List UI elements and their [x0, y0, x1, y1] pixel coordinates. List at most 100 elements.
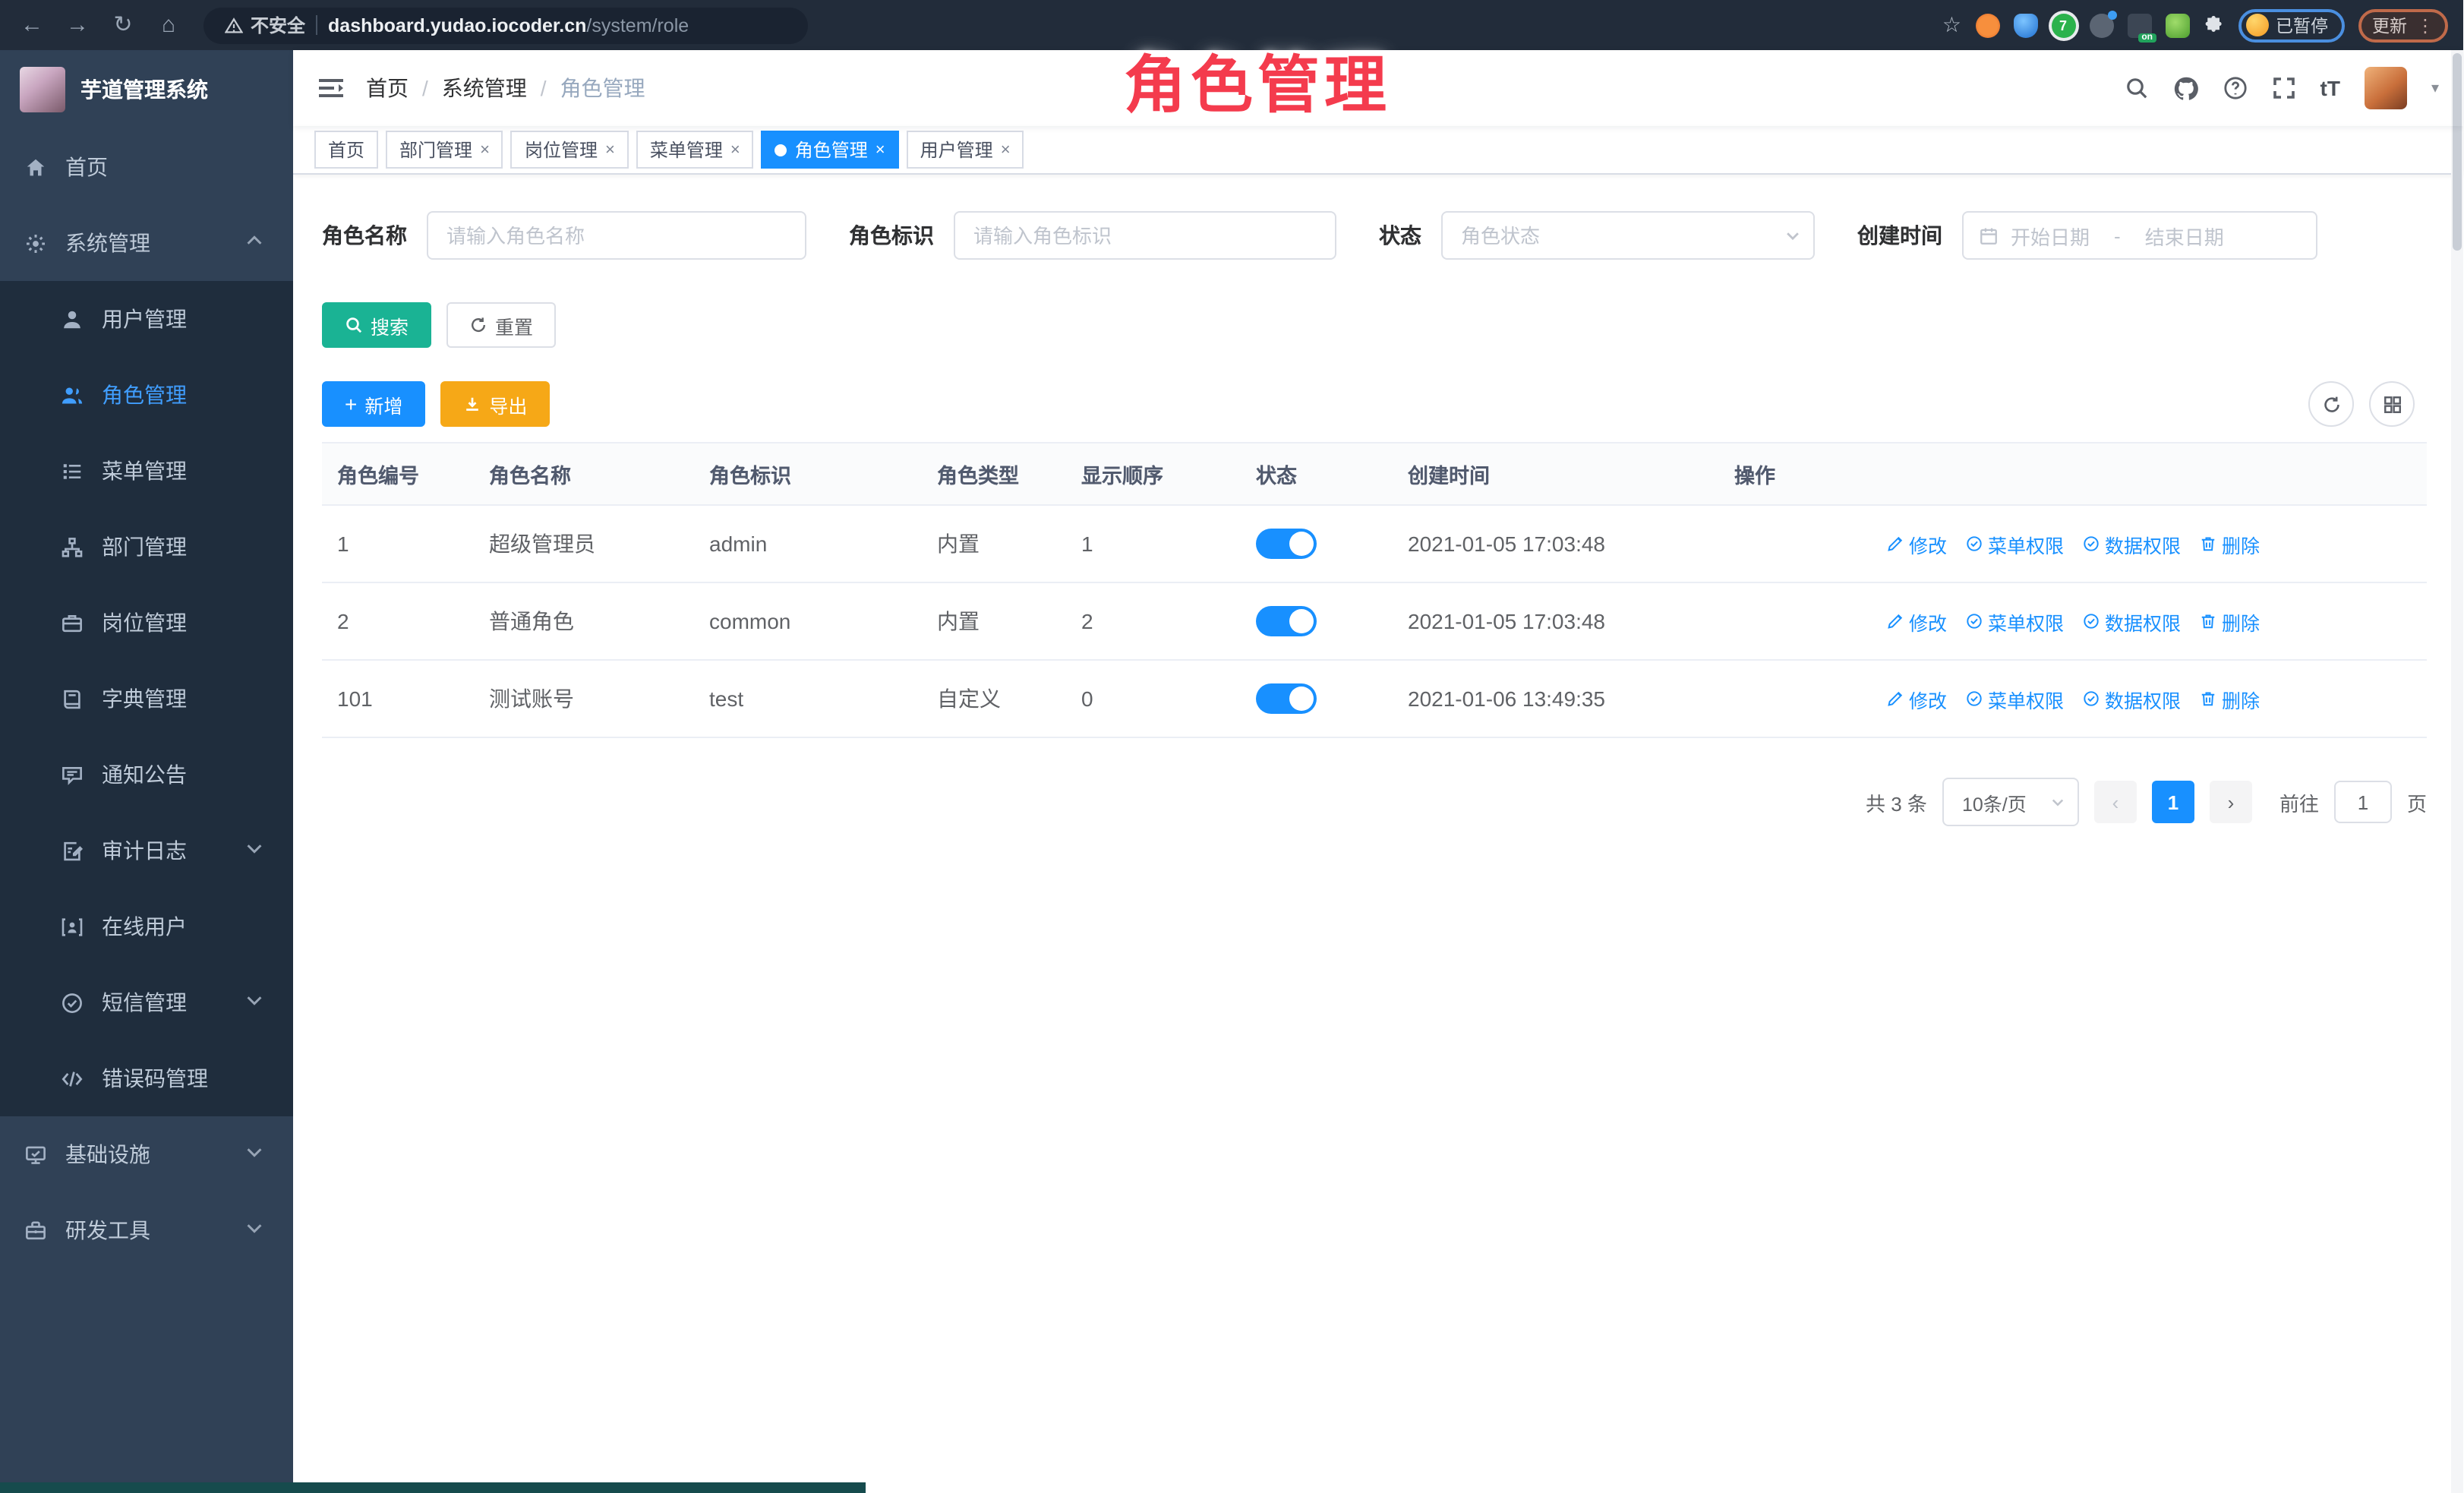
user-avatar[interactable]: [2365, 67, 2407, 109]
sidebar-item-0[interactable]: 首页: [0, 129, 293, 205]
role-name-input[interactable]: [427, 211, 806, 260]
tab-0[interactable]: 首页: [314, 131, 378, 169]
bookmark-star-icon[interactable]: ☆: [1942, 12, 1961, 38]
page-scrollbar[interactable]: [2451, 50, 2463, 1493]
browser-forward-icon[interactable]: →: [61, 0, 94, 50]
role-key-label: 角色标识: [849, 220, 934, 251]
chevron-down-icon: [243, 1217, 266, 1244]
date-start-placeholder[interactable]: 开始日期: [2011, 221, 2090, 250]
extension-icon[interactable]: 7: [2051, 13, 2075, 37]
breadcrumb-separator: /: [541, 76, 547, 100]
browser-reload-icon[interactable]: ↻: [106, 0, 140, 50]
browser-menu-icon[interactable]: ⋮: [2416, 14, 2434, 36]
sidebar-item-10[interactable]: 在线用户: [0, 889, 293, 964]
action-data-permission-link[interactable]: 数据权限: [2082, 607, 2181, 636]
browser-back-icon[interactable]: ←: [15, 0, 49, 50]
browser-home-icon[interactable]: ⌂: [152, 0, 185, 50]
sidebar-item-8[interactable]: 通知公告: [0, 737, 293, 813]
add-button[interactable]: + 新增: [322, 381, 425, 427]
close-icon[interactable]: ×: [1001, 140, 1011, 159]
extension-icon[interactable]: on: [2127, 13, 2151, 37]
prev-page-button[interactable]: ‹: [2094, 781, 2137, 823]
action-edit-link[interactable]: 修改: [1886, 684, 1947, 713]
close-icon[interactable]: ×: [730, 140, 740, 159]
sidebar-item-1[interactable]: 系统管理: [0, 205, 293, 281]
export-button[interactable]: 导出: [440, 381, 550, 427]
sidebar-item-label: 在线用户: [102, 911, 187, 942]
date-range-picker[interactable]: 开始日期 - 结束日期: [1962, 211, 2317, 260]
action-data-permission-link[interactable]: 数据权限: [2082, 684, 2181, 713]
filter-form: 角色名称 角色标识 状态 创建时间 开始日期 -: [322, 211, 2427, 260]
breadcrumb-item-1[interactable]: 系统管理: [442, 73, 527, 103]
next-page-button[interactable]: ›: [2210, 781, 2252, 823]
close-icon[interactable]: ×: [480, 140, 490, 159]
sidebar-logo[interactable]: 芋道管理系统: [0, 50, 293, 129]
update-button[interactable]: 更新 ⋮: [2358, 8, 2448, 42]
column-settings-icon[interactable]: [2369, 381, 2415, 427]
edit-icon: [1886, 612, 1904, 630]
sidebar-collapse-icon[interactable]: [317, 76, 345, 100]
cell-status: [1241, 582, 1393, 660]
extension-icon[interactable]: [2089, 13, 2113, 37]
user-menu-caret-icon[interactable]: ▾: [2431, 80, 2439, 96]
reset-button[interactable]: 重置: [446, 302, 556, 348]
search-button[interactable]: 搜索: [322, 302, 431, 348]
sidebar-item-label: 用户管理: [102, 304, 187, 334]
status-select[interactable]: [1441, 211, 1815, 260]
sidebar-item-9[interactable]: 审计日志: [0, 813, 293, 889]
sidebar-item-14[interactable]: 研发工具: [0, 1192, 293, 1268]
action-delete-link[interactable]: 删除: [2199, 607, 2260, 636]
refresh-icon[interactable]: [2308, 381, 2354, 427]
action-menu-permission-link[interactable]: 菜单权限: [1965, 529, 2064, 558]
close-icon[interactable]: ×: [875, 140, 885, 159]
fullscreen-icon[interactable]: [2272, 76, 2296, 100]
font-size-icon[interactable]: tT: [2320, 76, 2340, 100]
status-toggle[interactable]: [1256, 529, 1317, 559]
action-edit-link[interactable]: 修改: [1886, 607, 1947, 636]
extensions-puzzle-icon[interactable]: [2203, 14, 2224, 36]
sidebar-item-7[interactable]: 字典管理: [0, 661, 293, 737]
github-icon[interactable]: [2173, 75, 2199, 101]
tab-4[interactable]: 角色管理×: [762, 131, 899, 169]
page-size-select[interactable]: [1942, 778, 2079, 826]
role-key-input[interactable]: [954, 211, 1336, 260]
sidebar-item-3[interactable]: 角色管理: [0, 357, 293, 433]
action-delete-link[interactable]: 删除: [2199, 684, 2260, 713]
goto-page-input[interactable]: [2334, 781, 2392, 823]
edit-icon: [1886, 690, 1904, 708]
action-delete-link[interactable]: 删除: [2199, 529, 2260, 558]
date-end-placeholder[interactable]: 结束日期: [2145, 221, 2224, 250]
extension-icon[interactable]: [2165, 13, 2189, 37]
page-number-button[interactable]: 1: [2152, 781, 2194, 823]
tab-1[interactable]: 部门管理×: [386, 131, 503, 169]
home-icon: [24, 156, 47, 178]
sidebar-item-5[interactable]: 部门管理: [0, 509, 293, 585]
close-icon[interactable]: ×: [605, 140, 615, 159]
action-data-permission-link[interactable]: 数据权限: [2082, 529, 2181, 558]
help-icon[interactable]: [2223, 76, 2248, 100]
tab-3[interactable]: 菜单管理×: [636, 131, 754, 169]
sidebar-item-6[interactable]: 岗位管理: [0, 585, 293, 661]
sidebar-item-13[interactable]: 基础设施: [0, 1116, 293, 1192]
extension-icon[interactable]: [2013, 13, 2037, 37]
tab-5[interactable]: 用户管理×: [907, 131, 1024, 169]
address-bar[interactable]: 不安全 dashboard.yudao.iocoder.cn/system/ro…: [203, 7, 808, 43]
extension-icon[interactable]: [1975, 13, 1999, 37]
app-title: 芋道管理系统: [80, 74, 208, 105]
tab-2[interactable]: 岗位管理×: [511, 131, 629, 169]
profile-paused-chip[interactable]: 已暂停: [2238, 8, 2345, 42]
sidebar-item-2[interactable]: 用户管理: [0, 281, 293, 357]
search-icon[interactable]: [2125, 76, 2149, 100]
cell-actions: 修改菜单权限数据权限删除: [1719, 582, 2427, 660]
sidebar-item-11[interactable]: 短信管理: [0, 964, 293, 1040]
action-edit-link[interactable]: 修改: [1886, 529, 1947, 558]
column-header-3: 角色类型: [922, 443, 1066, 505]
sidebar-item-12[interactable]: 错误码管理: [0, 1040, 293, 1116]
action-menu-permission-link[interactable]: 菜单权限: [1965, 607, 2064, 636]
sidebar-item-4[interactable]: 菜单管理: [0, 433, 293, 509]
action-menu-permission-link[interactable]: 菜单权限: [1965, 684, 2064, 713]
chevron-down-icon: [243, 837, 266, 864]
status-toggle[interactable]: [1256, 683, 1317, 714]
status-toggle[interactable]: [1256, 606, 1317, 636]
breadcrumb-item-0[interactable]: 首页: [366, 73, 409, 103]
